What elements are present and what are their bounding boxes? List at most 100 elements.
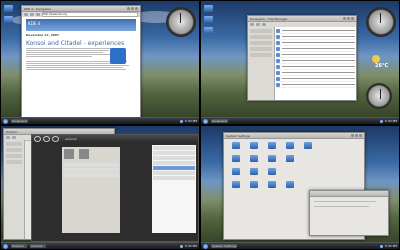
file-list: [275, 27, 356, 100]
settings-icon[interactable]: [286, 155, 294, 162]
settings-icon[interactable]: [304, 142, 312, 149]
previous-icon[interactable]: [34, 136, 41, 142]
workspace-4[interactable]: System Settings System Settings 5:43 PM: [200, 125, 400, 250]
folder-icon[interactable]: [4, 5, 13, 12]
tray-icon[interactable]: [179, 244, 183, 248]
maximize-icon[interactable]: [131, 7, 134, 10]
sidebar-item[interactable]: [250, 41, 272, 45]
window-controls[interactable]: [127, 7, 138, 10]
workspace-2[interactable]: 26°C Konqueror - File Manager Konqueror …: [200, 0, 400, 125]
file-manager-window[interactable]: Konqueror - File Manager: [247, 15, 357, 101]
settings-icon[interactable]: [268, 142, 276, 149]
playlist-row[interactable]: [153, 176, 195, 180]
task-button[interactable]: Dolphin: [11, 244, 27, 248]
analog-clock-widget: [166, 7, 196, 37]
settings-icon[interactable]: [268, 155, 276, 162]
file-icon: [276, 52, 280, 57]
window-controls[interactable]: [351, 134, 362, 137]
settings-icon[interactable]: [250, 155, 258, 162]
playlist-row-selected[interactable]: [153, 166, 195, 170]
back-icon[interactable]: [6, 136, 10, 139]
sidebar-item[interactable]: [250, 47, 272, 51]
sidebar-item[interactable]: [250, 29, 272, 33]
window-titlebar[interactable]: [310, 191, 388, 197]
workspace-3[interactable]: Dolphin Amarok Dolphin Amarok 5:43 PM: [0, 125, 200, 250]
task-button[interactable]: Amarok: [30, 244, 46, 248]
folder-icon[interactable]: [204, 5, 213, 12]
back-icon[interactable]: [24, 13, 28, 16]
settings-icon[interactable]: [286, 181, 294, 188]
sidebar-item[interactable]: [6, 142, 22, 146]
panel-clock: 5:43 PM: [184, 244, 197, 248]
places-sidebar: [248, 27, 275, 100]
workspace-1[interactable]: KDE 4 - Konqueror http://www.kde.org KDE…: [0, 0, 200, 125]
weather-widget: 26°C: [369, 53, 395, 77]
window-controls[interactable]: [343, 17, 354, 20]
browser-window[interactable]: KDE 4 - Konqueror http://www.kde.org KDE…: [21, 5, 141, 119]
post-title[interactable]: Konsoi and Citadel - experiences: [26, 40, 136, 47]
settings-icon[interactable]: [232, 181, 240, 188]
tray-icon[interactable]: [379, 244, 383, 248]
kmenu-icon[interactable]: [3, 243, 8, 249]
back-icon[interactable]: [250, 23, 254, 26]
taskbar-panel: Dolphin Amarok 5:43 PM: [1, 242, 199, 249]
file-icon: [276, 34, 280, 39]
kmenu-icon[interactable]: [3, 118, 8, 124]
settings-icon[interactable]: [268, 168, 276, 175]
list-item[interactable]: [276, 82, 355, 88]
settings-icon[interactable]: [232, 155, 240, 162]
tray-icon[interactable]: [179, 119, 183, 123]
minimize-icon[interactable]: [343, 17, 346, 20]
next-icon[interactable]: [52, 136, 59, 142]
minimize-icon[interactable]: [351, 134, 354, 137]
play-icon[interactable]: [43, 136, 50, 142]
folder-icon[interactable]: [204, 27, 213, 34]
system-tray: 5:43 PM: [179, 244, 197, 248]
kde-logo-icon: [110, 48, 126, 64]
playlist-row[interactable]: [153, 161, 195, 165]
forward-icon[interactable]: [256, 23, 260, 26]
places-sidebar: [4, 140, 25, 239]
close-icon[interactable]: [135, 7, 138, 10]
playlist-row[interactable]: [153, 171, 195, 175]
music-player-window[interactable]: Amarok: [31, 134, 199, 242]
maximize-icon[interactable]: [355, 134, 358, 137]
folder-icon[interactable]: [4, 16, 13, 23]
close-icon[interactable]: [351, 17, 354, 20]
settings-icon[interactable]: [286, 142, 294, 149]
blog-content: KDE 4 November 17, 2007 Konsoi and Citad…: [22, 17, 140, 118]
file-icon: [276, 28, 280, 33]
kmenu-icon[interactable]: [203, 118, 208, 124]
forward-icon[interactable]: [30, 13, 34, 16]
dialog-window[interactable]: [309, 190, 389, 236]
tray-icon[interactable]: [379, 119, 383, 123]
playlist-row[interactable]: [153, 156, 195, 160]
settings-icon[interactable]: [250, 168, 258, 175]
playlist-row[interactable]: [153, 146, 195, 150]
sidebar-item[interactable]: [6, 148, 22, 152]
task-button[interactable]: System Settings: [211, 244, 238, 248]
kmenu-icon[interactable]: [203, 243, 208, 249]
sidebar-item[interactable]: [6, 154, 22, 158]
forward-icon[interactable]: [12, 136, 16, 139]
maximize-icon[interactable]: [347, 17, 350, 20]
playlist-row[interactable]: [153, 151, 195, 155]
sidebar-item[interactable]: [250, 35, 272, 39]
settings-icon[interactable]: [250, 142, 258, 149]
up-icon[interactable]: [262, 23, 266, 26]
blog-header: KDE 4: [26, 19, 136, 31]
settings-icon[interactable]: [268, 181, 276, 188]
task-button[interactable]: Konqueror: [11, 119, 29, 123]
settings-icon[interactable]: [250, 181, 258, 188]
folder-icon[interactable]: [204, 16, 213, 23]
close-icon[interactable]: [359, 134, 362, 137]
sidebar-item[interactable]: [250, 53, 272, 57]
settings-icon[interactable]: [232, 142, 240, 149]
reload-icon[interactable]: [36, 13, 40, 16]
sidebar-item[interactable]: [6, 160, 22, 164]
text-line: [26, 50, 109, 51]
settings-icon[interactable]: [232, 168, 240, 175]
minimize-icon[interactable]: [127, 7, 130, 10]
album-cover: [79, 149, 90, 159]
task-button[interactable]: Konqueror: [211, 119, 229, 123]
